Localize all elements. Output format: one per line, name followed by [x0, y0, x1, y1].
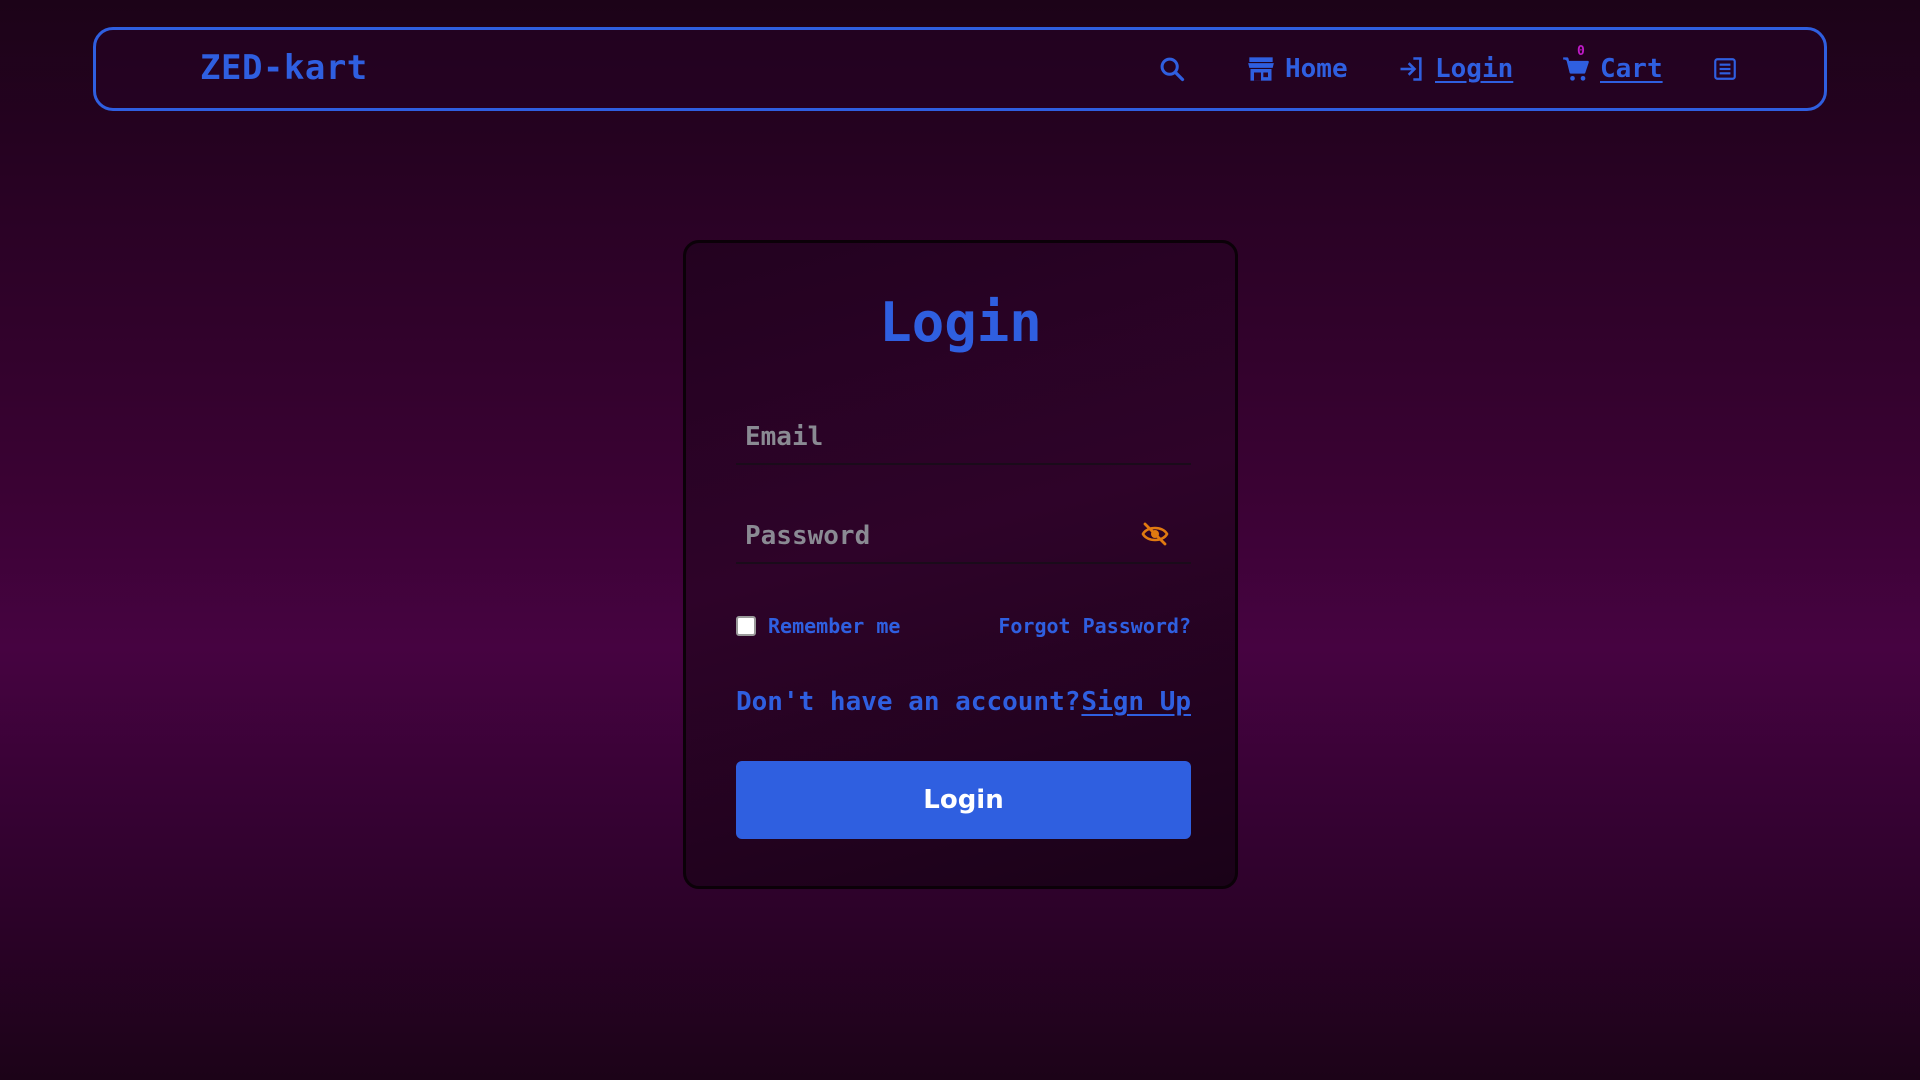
email-field[interactable] — [736, 403, 1191, 463]
menu-icon — [1714, 58, 1736, 80]
search-icon — [1160, 57, 1185, 82]
cart-count-badge: 0 — [1577, 44, 1585, 59]
remember-row: Remember me Forgot Password? — [736, 611, 1191, 641]
forgot-password-link[interactable]: Forgot Password? — [998, 614, 1191, 638]
cart-icon — [1563, 57, 1589, 81]
password-field[interactable] — [736, 502, 1191, 562]
nav-home-label: Home — [1285, 54, 1348, 84]
nav-cart-label: Cart — [1600, 54, 1663, 84]
remember-me[interactable]: Remember me — [736, 614, 900, 638]
menu-button[interactable] — [1712, 52, 1738, 86]
brand-logo[interactable]: ZED-kart — [200, 48, 368, 88]
login-arrow-icon — [1400, 57, 1422, 81]
email-field-wrapper — [736, 403, 1191, 465]
cart-icon-wrapper: 0 — [1562, 44, 1590, 83]
nav-login-label: Login — [1435, 54, 1514, 84]
signup-link[interactable]: Sign Up — [1081, 687, 1191, 717]
nav-cart-link[interactable]: 0 Cart — [1562, 44, 1663, 86]
eye-slash-icon[interactable] — [1141, 522, 1169, 546]
remember-checkbox[interactable] — [736, 616, 756, 636]
signup-row: Don't have an account? Sign Up — [736, 687, 1191, 717]
login-title: Login — [879, 291, 1042, 354]
password-field-wrapper — [736, 502, 1191, 564]
nav-home-link[interactable]: Home — [1247, 52, 1348, 86]
nav-login-link[interactable]: Login — [1397, 52, 1513, 86]
login-button[interactable]: Login — [736, 761, 1191, 839]
store-icon — [1248, 57, 1274, 81]
navbar: ZED-kart Home Login 0 Cart — [93, 27, 1827, 111]
search-button[interactable] — [1158, 52, 1186, 86]
remember-label: Remember me — [768, 614, 901, 638]
login-card: Login Remember me Forgot Password? Don't… — [683, 240, 1238, 889]
signup-prompt: Don't have an account? — [736, 687, 1081, 717]
